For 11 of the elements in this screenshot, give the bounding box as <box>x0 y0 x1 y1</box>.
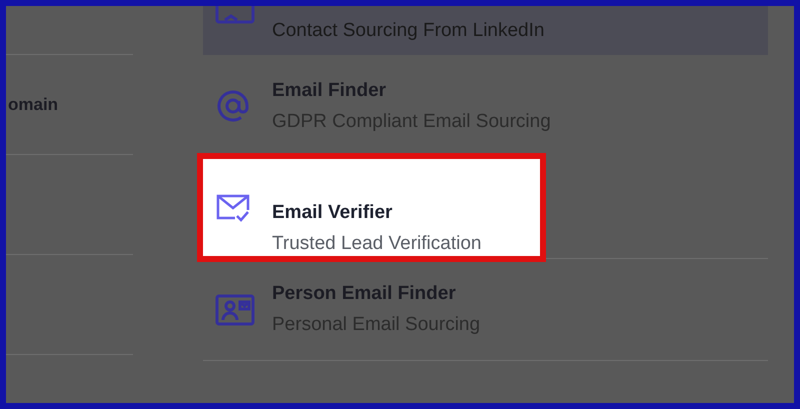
contact-card-icon <box>215 294 255 326</box>
menu-item-title: Email Verifier <box>272 201 394 225</box>
at-sign-icon <box>215 88 251 124</box>
highlighted-menu-item[interactable]: Email Verifier Trusted Lead Verification <box>197 153 546 262</box>
menu-label[interactable]: omain <box>6 92 58 118</box>
menu-item-hover-background[interactable]: Contact Sourcing From LinkedIn <box>203 6 768 55</box>
menu-item-subtitle: Contact Sourcing From LinkedIn <box>272 19 546 43</box>
menu-item-subtitle: Trusted Lead Verification <box>272 232 482 256</box>
menu-item-title: Person Email Finder <box>272 282 457 306</box>
menu-item-title: Email Finder <box>272 78 388 102</box>
id-card-icon <box>215 6 255 24</box>
